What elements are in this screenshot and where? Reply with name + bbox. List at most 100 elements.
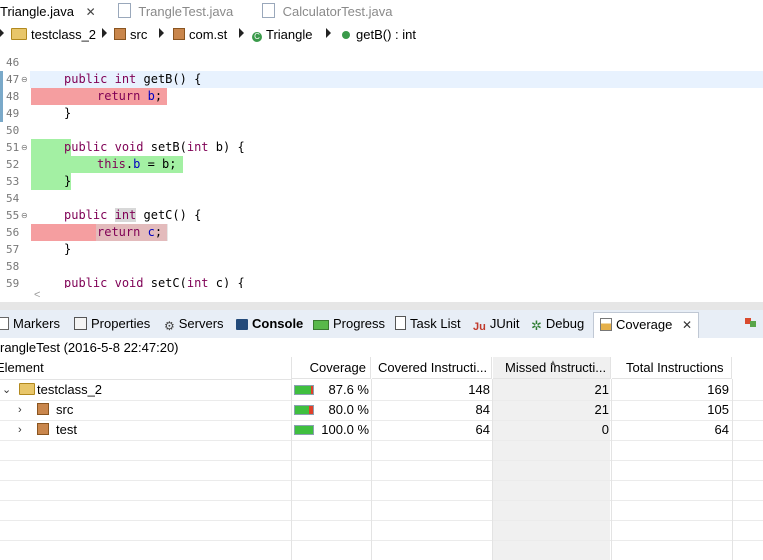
column-header-total[interactable]: Total Instructions	[612, 357, 732, 379]
coverage-bar	[294, 425, 314, 435]
chevron-right-icon	[239, 28, 244, 38]
line-number: 49	[6, 107, 20, 120]
row-coverage: 100.0 %	[321, 422, 369, 437]
keyword: public	[64, 72, 108, 86]
code-line: 49 }	[0, 105, 763, 122]
code-line: 51 ⊖ public void setB(int b) {	[0, 139, 763, 156]
tab-triangle-java[interactable]: Triangle.java ✕	[0, 0, 96, 24]
table-row[interactable]: › src 80.0 % 84 21 105	[0, 400, 763, 421]
task-list-icon	[395, 316, 406, 330]
close-tab-icon[interactable]: ✕	[682, 318, 692, 332]
table-row[interactable]: › test 100.0 % 64 0 64	[0, 420, 763, 441]
markers-icon	[0, 317, 9, 330]
expanded-chevron-icon[interactable]: ⌄	[2, 380, 11, 400]
fold-toggle-icon[interactable]: ⊖	[21, 207, 28, 224]
keyword: this	[97, 157, 126, 171]
project-folder-icon	[19, 383, 35, 395]
keyword: public	[64, 276, 108, 288]
column-header-element[interactable]: Element	[0, 357, 292, 380]
progress-icon	[313, 320, 329, 330]
row-covered: 84	[475, 402, 490, 417]
line-number: 46	[6, 56, 20, 69]
field-ref: c	[147, 225, 155, 239]
keyword: return	[97, 225, 141, 239]
properties-icon	[74, 317, 87, 330]
code-line: 54	[0, 190, 763, 207]
row-coverage: 87.6 %	[328, 382, 369, 397]
tab-trangletest-java[interactable]: TrangleTest.java	[118, 0, 233, 24]
column-header-covered[interactable]: Covered Instructi...	[372, 357, 492, 379]
java-file-icon	[262, 3, 275, 18]
package-icon	[173, 28, 185, 40]
tab-label: Progress	[333, 316, 386, 331]
tab-label: Properties	[91, 316, 151, 331]
fold-toggle-icon[interactable]: ⊖	[21, 139, 28, 156]
fold-toggle-icon[interactable]: ⊖	[21, 71, 28, 88]
row-total: 105	[707, 402, 729, 417]
line-number: 54	[6, 192, 20, 205]
collapsed-chevron-icon[interactable]: ›	[18, 400, 22, 420]
breadcrumb-src[interactable]: src	[114, 27, 147, 43]
tab-markers[interactable]: Markers	[0, 316, 60, 332]
tab-label: Triangle.java	[0, 4, 74, 19]
row-missed: 21	[594, 402, 609, 417]
code-line: 57 }	[0, 241, 763, 258]
code-line: 53 }	[0, 173, 763, 190]
tab-progress[interactable]: Progress	[313, 316, 385, 332]
tab-debug[interactable]: ✲ Debug	[531, 316, 584, 333]
source-folder-icon	[37, 423, 49, 435]
row-element-name: src	[56, 402, 74, 417]
coverage-bar	[294, 385, 314, 395]
tab-console[interactable]: Console	[236, 316, 303, 332]
column-header-coverage[interactable]: Coverage	[292, 357, 371, 379]
code-text: }	[64, 242, 72, 256]
empty-row	[0, 440, 763, 461]
empty-row	[0, 480, 763, 501]
tab-task-list[interactable]: Task List	[395, 316, 461, 332]
servers-icon: ⚙	[164, 319, 175, 333]
breadcrumb-project-label: testclass_2	[31, 27, 97, 42]
tab-label: TrangleTest.java	[138, 4, 234, 19]
breadcrumb-class[interactable]: C Triangle	[252, 27, 312, 43]
tab-label: JUnit	[489, 316, 520, 331]
tab-properties[interactable]: Properties	[74, 316, 150, 332]
code-line: 59 public void setC(int c) {	[0, 275, 763, 288]
tab-servers[interactable]: ⚙ Servers	[164, 316, 224, 333]
keyword: public	[64, 208, 108, 222]
collapsed-chevron-icon[interactable]: ›	[18, 420, 22, 440]
editor-horizontal-scrollbar[interactable]: <	[0, 288, 763, 302]
coverage-icon	[600, 318, 612, 331]
line-number: 57	[6, 243, 20, 256]
tab-label: Task List	[410, 316, 461, 331]
tab-calculatortest-java[interactable]: CalculatorTest.java	[262, 0, 392, 24]
keyword-occurrence: int	[114, 208, 137, 222]
tab-junit[interactable]: Ju JUnit	[473, 316, 520, 333]
view-divider[interactable]	[0, 302, 763, 310]
table-row[interactable]: ⌄ testclass_2 87.6 % 148 21 169	[0, 380, 763, 401]
code-editor[interactable]: 46 47 ⊖ public int getB() { 48 return b;…	[0, 46, 763, 288]
column-header-missed[interactable]: Missed Instructi... ▲	[493, 357, 611, 379]
breadcrumb-project[interactable]: testclass_2	[11, 27, 96, 43]
code-text: ;	[154, 89, 163, 103]
breadcrumb-method[interactable]: getB() : int	[342, 27, 416, 43]
source-folder-icon	[37, 403, 49, 415]
breadcrumb-package[interactable]: com.st	[173, 27, 227, 43]
debug-icon: ✲	[531, 318, 542, 333]
keyword: int	[186, 140, 209, 154]
code-text: setB(	[143, 140, 187, 154]
line-number: 52	[6, 158, 20, 171]
row-total: 169	[707, 382, 729, 397]
scroll-left-icon[interactable]: <	[34, 288, 40, 302]
row-missed: 21	[594, 382, 609, 397]
close-tab-icon[interactable]: ✕	[86, 5, 96, 19]
coverage-session-title: rangleTest (2016-5-8 22:47:20)	[0, 338, 763, 357]
coverage-toolbar-icon[interactable]	[745, 318, 757, 328]
chevron-right-icon	[326, 28, 331, 38]
tab-coverage[interactable]: Coverage ✕	[593, 312, 700, 338]
coverage-table: Element Coverage Covered Instructi... Mi…	[0, 357, 763, 560]
class-icon: C	[252, 32, 262, 42]
row-missed: 0	[601, 422, 609, 437]
tab-label: Coverage	[616, 317, 673, 332]
code-text: }	[64, 106, 72, 120]
code-line: 52 this.b = b;	[0, 156, 763, 173]
